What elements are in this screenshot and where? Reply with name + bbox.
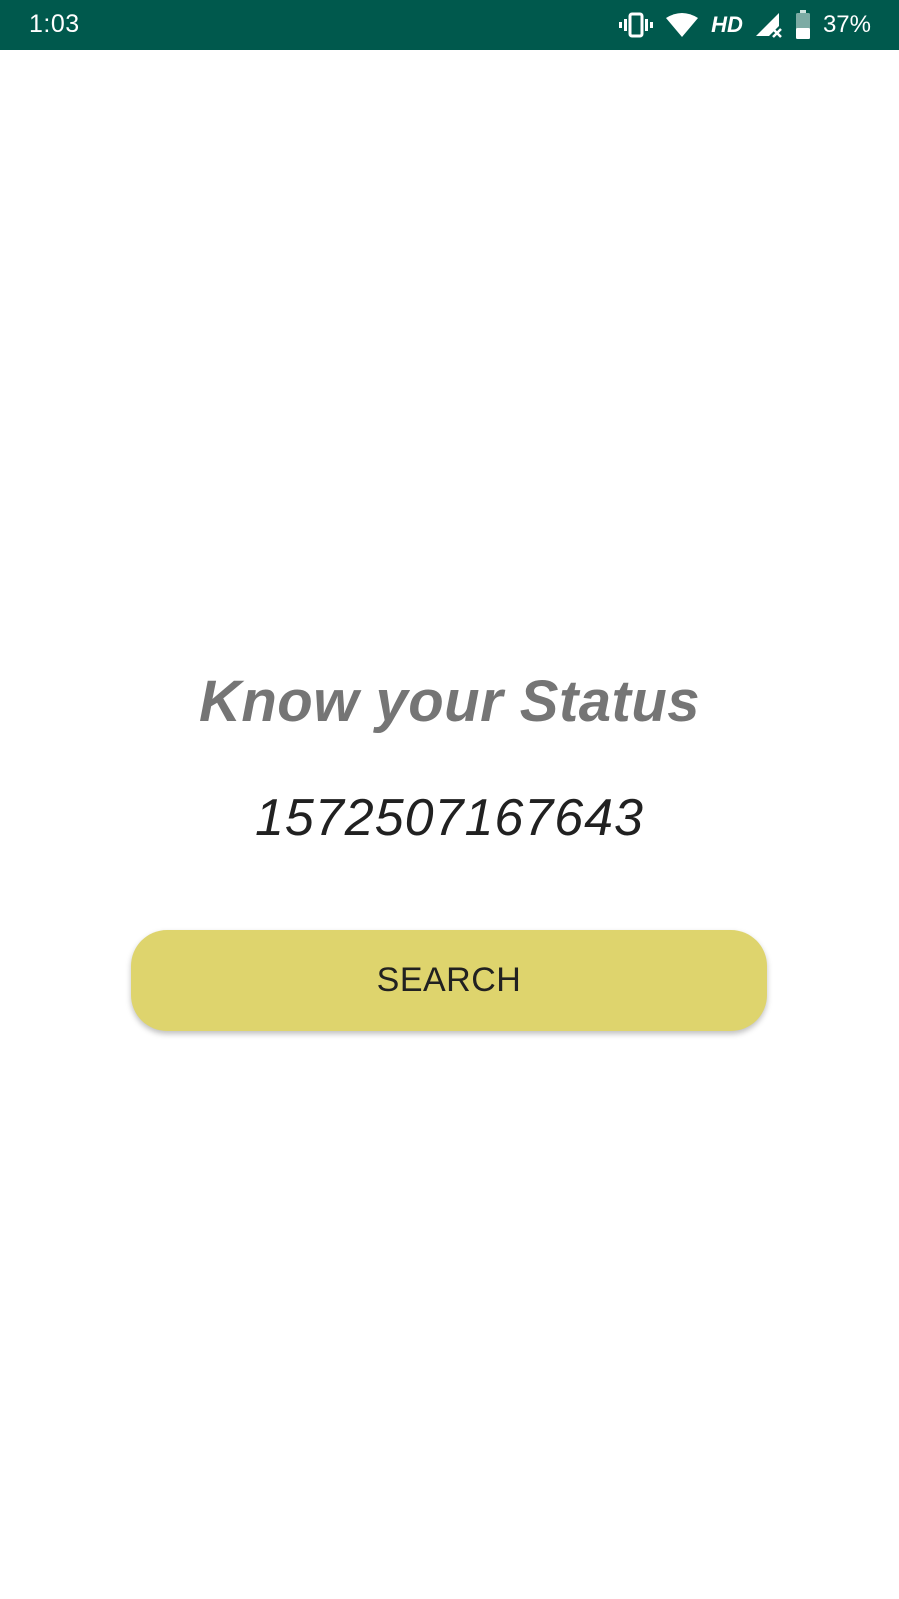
battery-icon [795,10,811,40]
page-title: Know your Status [198,669,701,734]
signal-icon [755,12,783,38]
status-bar: 1:03 HD 37% [0,0,899,50]
battery-percent: 37% [822,11,871,38]
vibrate-icon [619,12,654,38]
wifi-icon [665,12,699,38]
status-icons: HD 37% [619,0,871,50]
status-time: 1:03 [29,10,80,38]
network-type-label: HD [711,12,743,37]
main-content: Know your Status SEARCH [0,50,899,1599]
search-button[interactable]: SEARCH [131,930,767,1031]
id-input[interactable] [0,788,899,848]
